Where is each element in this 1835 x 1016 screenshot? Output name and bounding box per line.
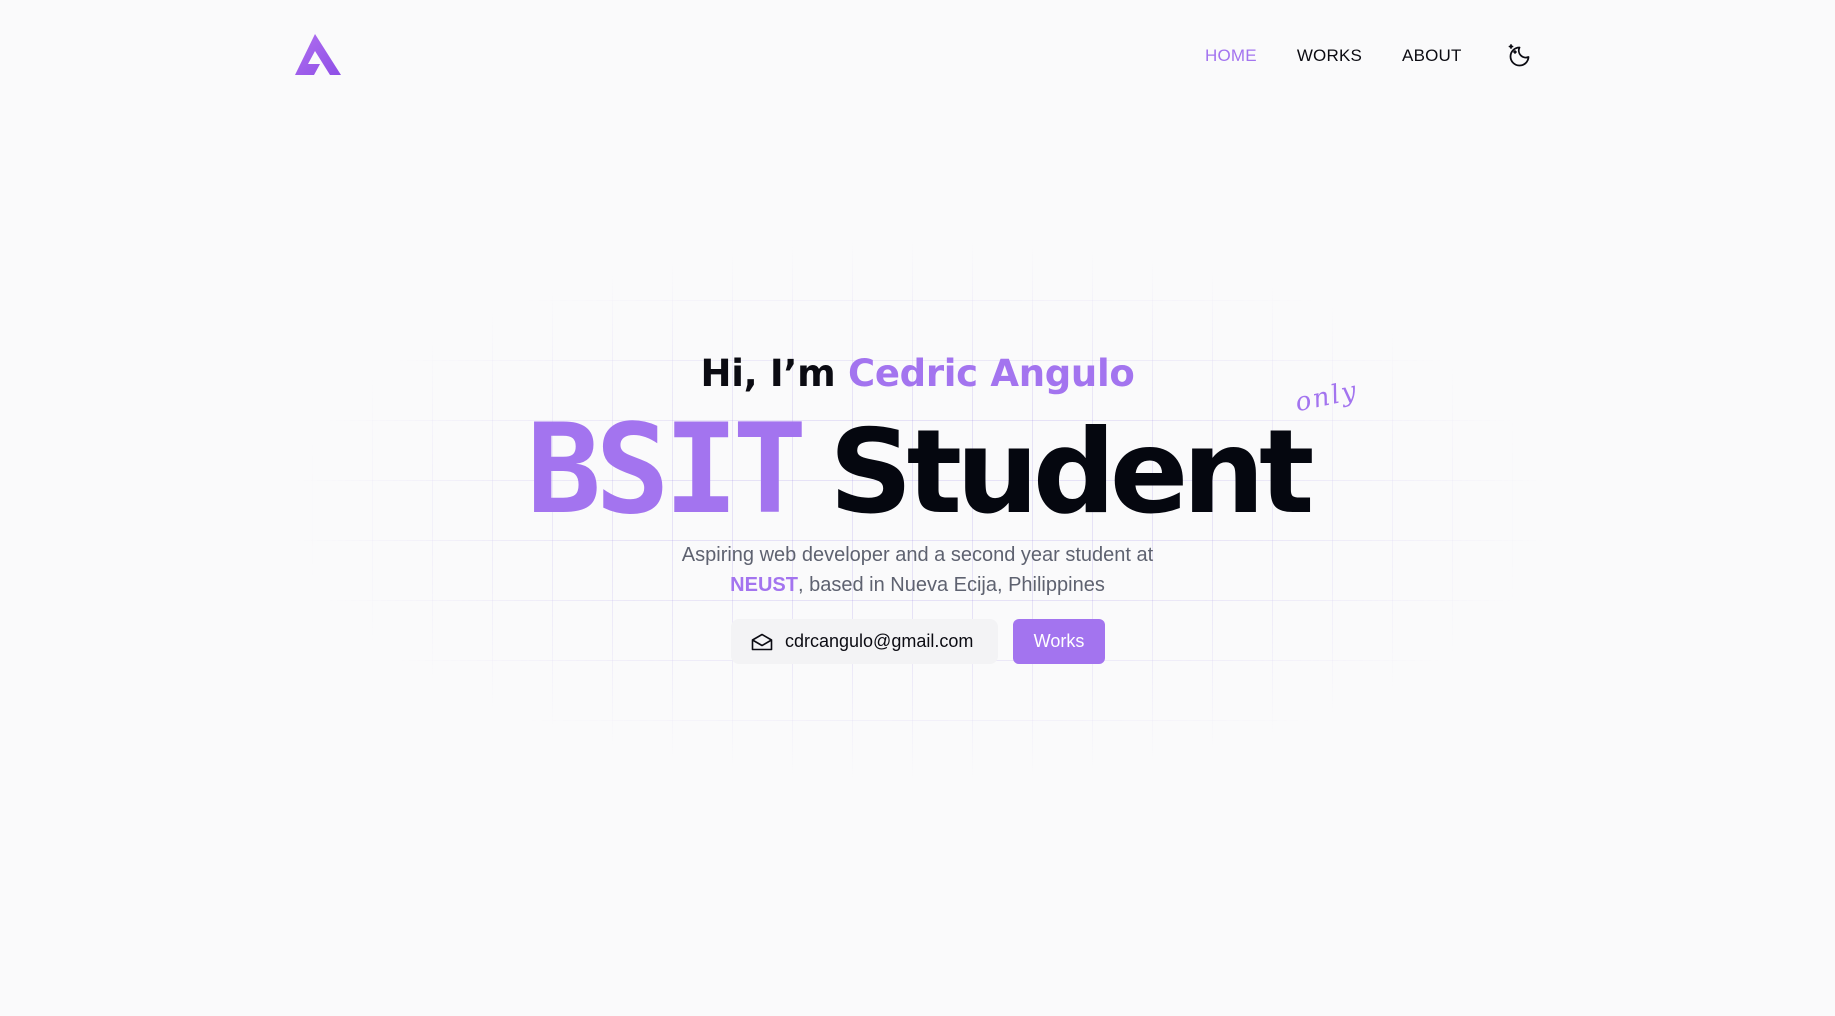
email-address: cdrcangulo@gmail.com [785, 631, 974, 651]
hero-greeting: Hi, I’m Cedric Angulo [0, 352, 1835, 395]
description-line2: , based in Nueva Ecija, Philippines [797, 574, 1105, 596]
works-button[interactable]: Works [1013, 619, 1105, 664]
greeting-prefix: Hi, I’m [700, 352, 848, 395]
description-line1: Aspiring web developer and a second year… [681, 544, 1154, 566]
hero-actions: cdrcangulo@gmail.com Works [731, 619, 1105, 664]
hero-section: Hi, I’m Cedric Angulo BSIT Student only A… [0, 0, 1835, 1016]
headline-accent: BSIT [526, 398, 808, 542]
headline-main: Student [829, 405, 1314, 540]
school-name: NEUST [730, 574, 798, 596]
hero-name: Cedric Angulo [847, 352, 1135, 395]
hero-headline: BSIT Student [0, 408, 1835, 532]
hero-description: Aspiring web developer and a second year… [0, 540, 1835, 600]
email-button[interactable]: cdrcangulo@gmail.com [731, 619, 998, 664]
envelope-icon [751, 633, 773, 650]
